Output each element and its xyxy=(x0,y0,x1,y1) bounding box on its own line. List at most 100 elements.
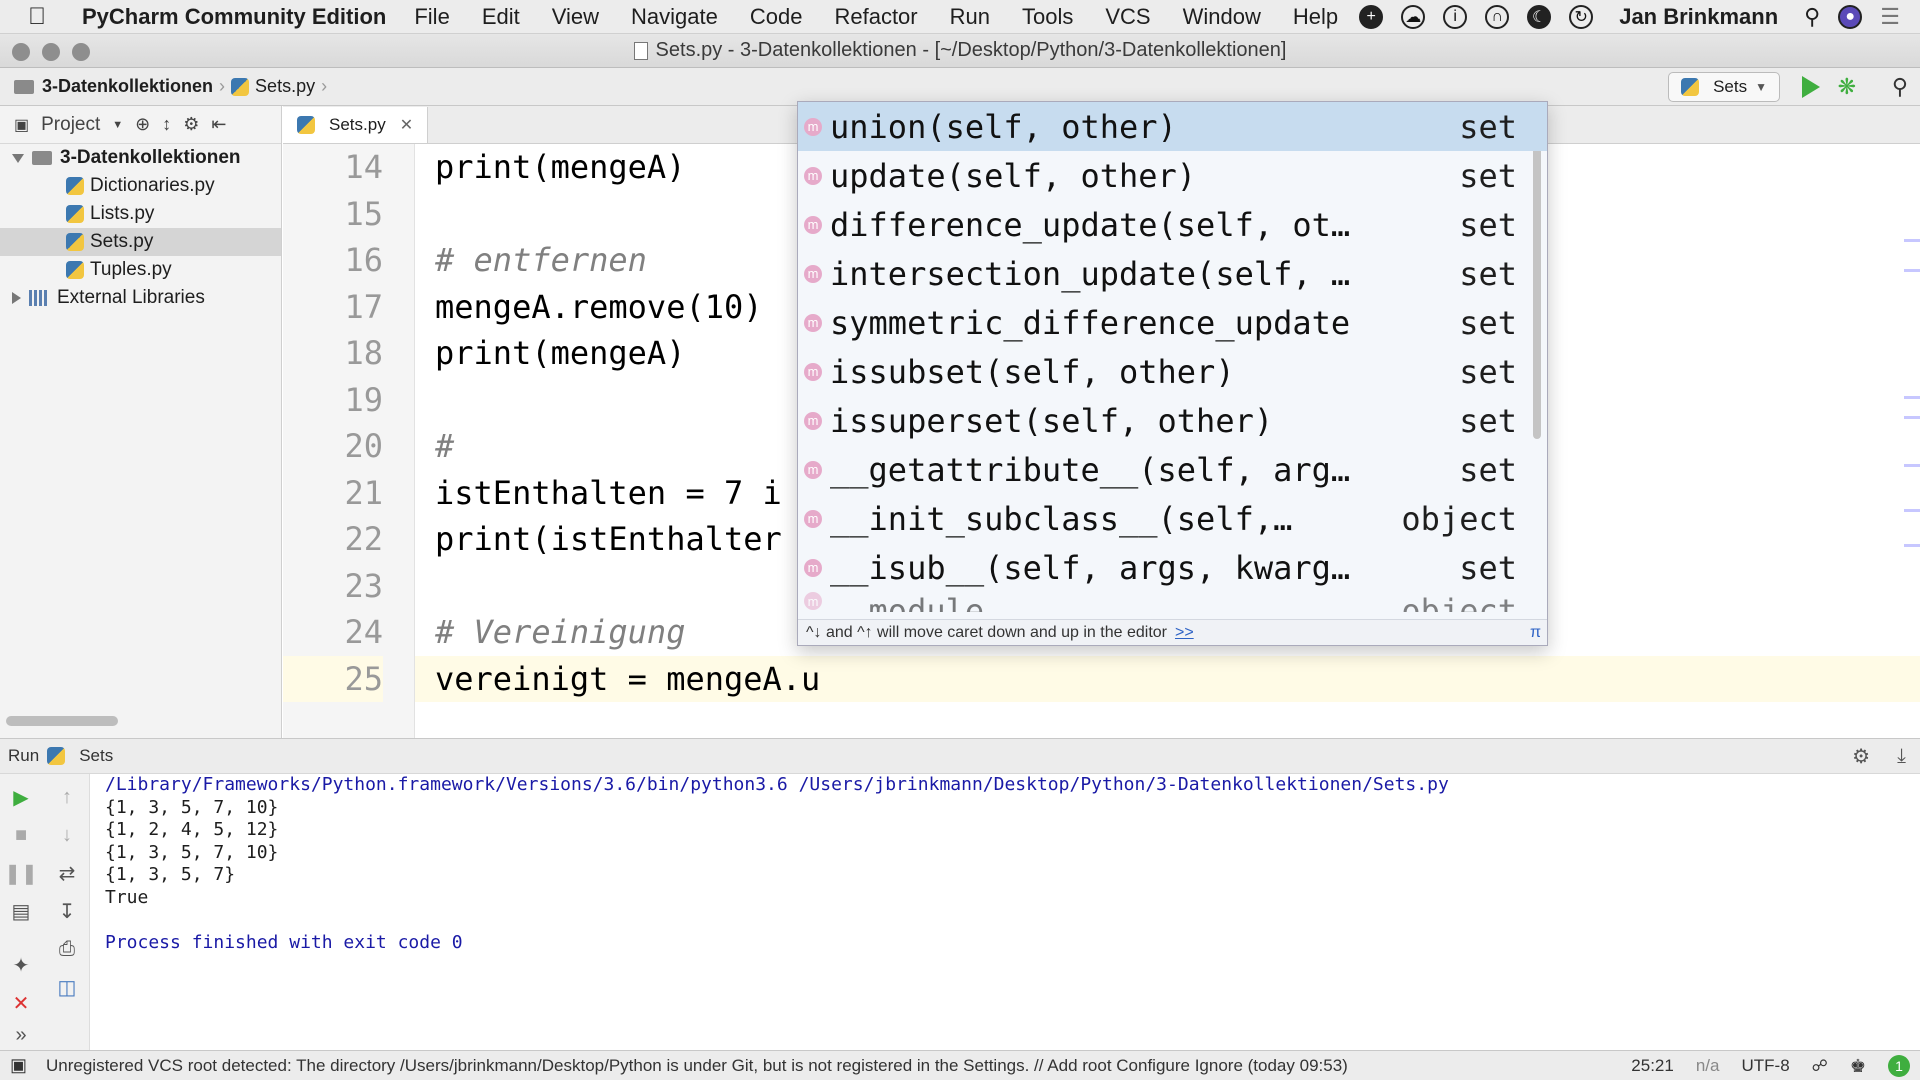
breadcrumb-project[interactable]: 3-Datenkollektionen xyxy=(42,76,213,97)
run-configuration-select[interactable]: Sets ▼ xyxy=(1668,72,1780,102)
menu-refactor[interactable]: Refactor xyxy=(834,4,917,30)
tool-windows-icon[interactable]: ▣ xyxy=(10,1055,27,1076)
completion-item[interactable]: m update(self, other) set xyxy=(798,151,1547,200)
inspector-icon[interactable]: ♚ xyxy=(1850,1056,1866,1077)
menu-vcs[interactable]: VCS xyxy=(1105,4,1150,30)
line-separator[interactable]: n/a xyxy=(1696,1056,1720,1076)
more-icon[interactable]: » xyxy=(8,1022,34,1048)
arrow-up-icon[interactable]: ↑ xyxy=(54,784,80,810)
plus-icon[interactable]: + xyxy=(1359,5,1384,29)
status-message[interactable]: Unregistered VCS root detected: The dire… xyxy=(46,1056,1348,1076)
line-number[interactable]: 17 xyxy=(283,284,383,330)
clock-icon[interactable]: ↻ xyxy=(1569,5,1594,29)
collapse-all-icon[interactable]: ↕ xyxy=(162,114,171,135)
line-number[interactable]: 15 xyxy=(283,191,383,237)
completion-item[interactable]: m symmetric_difference_update set xyxy=(798,298,1547,347)
completion-item[interactable]: m __isub__(self, args, kwarg… set xyxy=(798,543,1547,592)
close-icon[interactable]: ✕ xyxy=(8,990,34,1016)
headset-icon[interactable]: ∩ xyxy=(1485,5,1510,29)
menu-navigate[interactable]: Navigate xyxy=(631,4,718,30)
info-icon[interactable]: i xyxy=(1443,5,1468,29)
completion-item[interactable]: m difference_update(self, ot… set xyxy=(798,200,1547,249)
cloud-icon[interactable]: ☁ xyxy=(1401,5,1426,29)
expand-arrow-icon[interactable] xyxy=(12,292,21,304)
scroll-from-source-icon[interactable]: ⊕ xyxy=(135,114,150,135)
pause-icon[interactable]: ❚❚ xyxy=(4,860,38,886)
tab-sets-py[interactable]: Sets.py ✕ xyxy=(283,107,429,143)
debug-bug-icon[interactable]: ❋ xyxy=(1838,74,1856,100)
close-window-button[interactable] xyxy=(12,43,30,61)
print-icon[interactable]: ⎙ xyxy=(54,936,80,962)
run-button[interactable] xyxy=(1802,76,1820,98)
menu-help[interactable]: Help xyxy=(1293,4,1338,30)
line-number[interactable]: 23 xyxy=(283,563,383,609)
tree-item-dictionaries[interactable]: Dictionaries.py xyxy=(0,172,281,200)
search-everywhere-icon[interactable]: ⚲ xyxy=(1892,74,1908,100)
menu-file[interactable]: File xyxy=(414,4,449,30)
spotlight-search-icon[interactable]: ⚲ xyxy=(1804,4,1820,30)
completion-item[interactable]: m intersection_update(self, … set xyxy=(798,249,1547,298)
completion-item[interactable]: m __init_subclass__(self,… object xyxy=(798,494,1547,543)
menu-code[interactable]: Code xyxy=(750,4,803,30)
completion-item[interactable]: m union(self, other) set xyxy=(798,102,1547,151)
line-number[interactable]: 18 xyxy=(283,330,383,376)
breadcrumb-file[interactable]: Sets.py xyxy=(255,76,315,97)
line-number[interactable]: 20 xyxy=(283,423,383,469)
siri-icon[interactable]: ● xyxy=(1838,5,1863,29)
notification-center-icon[interactable]: ☰ xyxy=(1880,4,1900,30)
gear-icon[interactable]: ⚙ xyxy=(183,114,199,135)
menu-window[interactable]: Window xyxy=(1183,4,1261,30)
gear-icon[interactable]: ⚙ xyxy=(1852,744,1870,769)
minimize-window-button[interactable] xyxy=(42,43,60,61)
run-tab-label[interactable]: Run xyxy=(8,746,39,766)
trash-icon[interactable]: ◫ xyxy=(54,974,80,1000)
scroll-to-end-icon[interactable]: ↧ xyxy=(54,898,80,924)
tree-item-lists[interactable]: Lists.py xyxy=(0,200,281,228)
app-name-menu[interactable]: PyCharm Community Edition xyxy=(82,4,386,30)
rerun-icon[interactable]: ▶ xyxy=(8,784,34,810)
line-number[interactable]: 25 xyxy=(283,655,383,702)
chevron-down-icon[interactable]: ▼ xyxy=(112,119,123,131)
restore-layout-icon[interactable]: ▤ xyxy=(8,898,34,924)
code-line[interactable]: vereinigt = mengeA.u xyxy=(415,655,1920,702)
completion-item[interactable]: m __module__ object xyxy=(798,592,1547,612)
project-view-select[interactable]: Project xyxy=(41,114,100,136)
line-number[interactable]: 24 xyxy=(283,609,383,655)
lock-icon[interactable]: ☍ xyxy=(1812,1056,1828,1076)
menu-tools[interactable]: Tools xyxy=(1022,4,1073,30)
run-console[interactable]: /Library/Frameworks/Python.framework/Ver… xyxy=(90,774,1920,1050)
tree-item-sets[interactable]: Sets.py xyxy=(0,228,281,256)
file-encoding[interactable]: UTF-8 xyxy=(1741,1056,1789,1076)
menu-run[interactable]: Run xyxy=(950,4,990,30)
stop-icon[interactable]: ■ xyxy=(8,822,34,848)
completion-item[interactable]: m issuperset(self, other) set xyxy=(798,396,1547,445)
completion-more-link[interactable]: >> xyxy=(1175,624,1194,642)
arrow-down-icon[interactable]: ↓ xyxy=(54,822,80,848)
line-number[interactable]: 14 xyxy=(283,144,383,190)
apple-icon[interactable]:  xyxy=(28,3,62,31)
run-config-label[interactable]: Sets xyxy=(79,746,113,766)
caret-position[interactable]: 25:21 xyxy=(1631,1056,1674,1076)
expand-arrow-icon[interactable] xyxy=(12,153,24,163)
event-log-badge[interactable]: 1 xyxy=(1888,1055,1910,1077)
menu-view[interactable]: View xyxy=(552,4,599,30)
line-number[interactable]: 21 xyxy=(283,470,383,516)
menubar-user[interactable]: Jan Brinkmann xyxy=(1619,4,1778,30)
tree-item-root[interactable]: 3-Datenkollektionen xyxy=(0,144,281,172)
line-number[interactable]: 16 xyxy=(283,237,383,283)
pi-icon[interactable]: π xyxy=(1530,624,1541,642)
menu-edit[interactable]: Edit xyxy=(482,4,520,30)
close-tab-icon[interactable]: ✕ xyxy=(400,115,413,135)
moon-icon[interactable]: ☾ xyxy=(1527,5,1552,29)
zoom-window-button[interactable] xyxy=(72,43,90,61)
horizontal-scrollbar[interactable] xyxy=(6,716,118,726)
hide-panel-icon[interactable]: ⇤ xyxy=(211,114,226,135)
tree-item-tuples[interactable]: Tuples.py xyxy=(0,256,281,284)
completion-item[interactable]: m issubset(self, other) set xyxy=(798,347,1547,396)
line-number[interactable]: 19 xyxy=(283,377,383,423)
tree-item-external-libraries[interactable]: External Libraries xyxy=(0,284,281,312)
line-number[interactable]: 22 xyxy=(283,516,383,562)
pin-icon[interactable]: ✦ xyxy=(8,952,34,978)
completion-item[interactable]: m __getattribute__(self, arg… set xyxy=(798,445,1547,494)
soft-wrap-icon[interactable]: ⇄ xyxy=(54,860,80,886)
